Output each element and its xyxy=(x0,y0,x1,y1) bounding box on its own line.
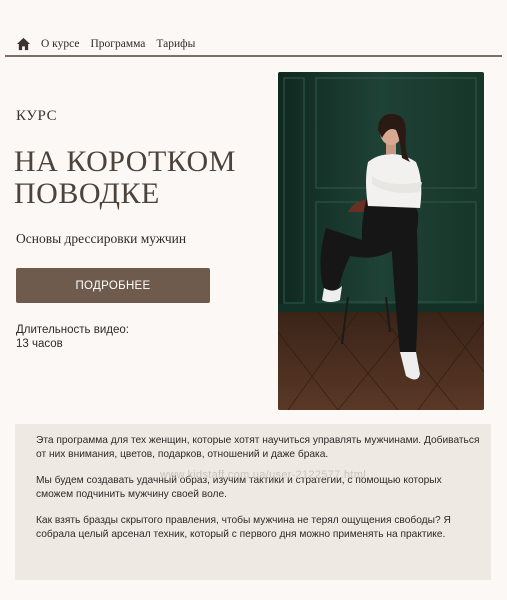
details-button[interactable]: ПОДРОБНЕЕ xyxy=(16,268,210,303)
duration-value: 13 часов xyxy=(16,338,63,350)
home-icon[interactable] xyxy=(16,37,31,51)
nav-link-program[interactable]: Программа xyxy=(90,38,145,50)
course-title: НА КОРОТКОМ ПОВОДКЕ xyxy=(14,145,236,210)
top-nav: О курсе Программа Тарифы xyxy=(16,36,206,52)
nav-link-about[interactable]: О курсе xyxy=(41,38,79,50)
nav-divider xyxy=(5,55,502,57)
hero-photo xyxy=(278,72,484,410)
duration-label: Длительность видео: xyxy=(16,324,129,336)
watermark: www.kidstaff.com.ua/user-2122577.html xyxy=(160,469,366,481)
description-paragraph: Эта программа для тех женщин, которые хо… xyxy=(36,435,480,460)
course-kicker: КУРС xyxy=(16,108,58,124)
course-subtitle: Основы дрессировки мужчин xyxy=(16,231,187,246)
nav-link-pricing[interactable]: Тарифы xyxy=(156,38,195,50)
course-description: Эта программа для тех женщин, которые хо… xyxy=(15,424,491,580)
description-paragraph: Как взять бразды скрытого правления, что… xyxy=(36,515,451,540)
